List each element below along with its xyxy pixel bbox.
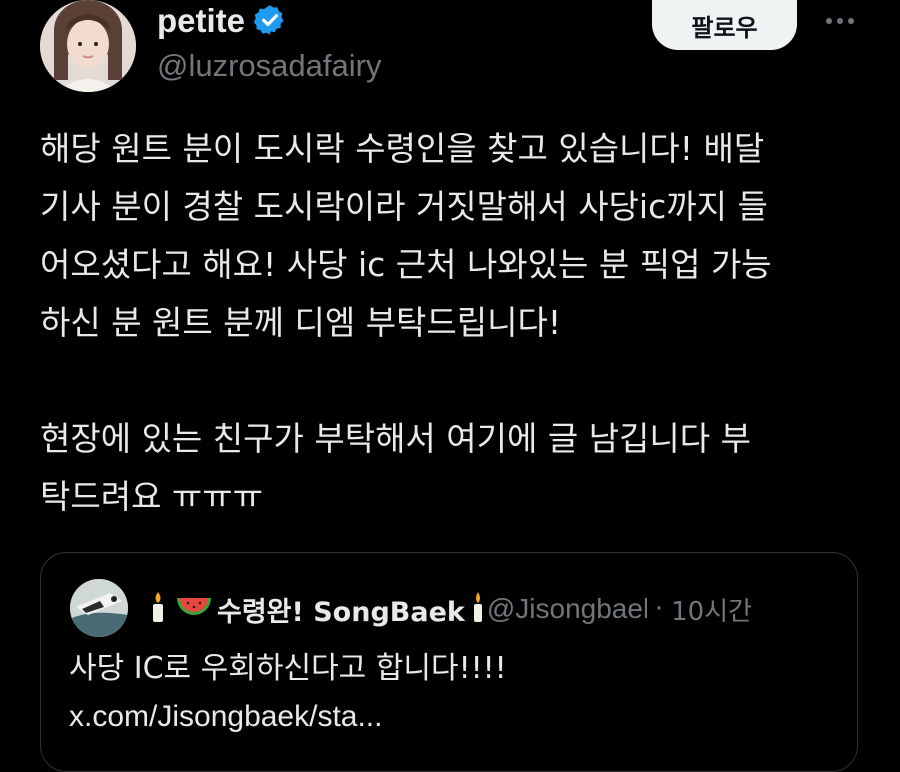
author-avatar[interactable] (40, 0, 136, 92)
tweet-line: 기사 분이 경찰 도시락이라 거짓말해서 사당ic까지 들 (40, 187, 768, 226)
tweet-line: 탁드려요 ㅠㅠㅠ (40, 477, 264, 516)
more-horizontal-icon[interactable] (818, 6, 862, 36)
quote-link[interactable]: x.com/Jisongbaek/sta... (69, 693, 829, 741)
quote-display-name[interactable]: 수령완! SongBaek (217, 590, 465, 629)
separator-dot: · (654, 594, 664, 624)
candle-icon (147, 590, 169, 628)
tweet-header: petite @luzrosadafairy 팔로우 (0, 0, 900, 100)
author-handle[interactable]: @luzrosadafairy (157, 48, 381, 84)
tweet-line: 어오셨다고 해요! 사당 ic 근처 나와있는 분 픽업 가능 (40, 245, 772, 284)
quote-timestamp[interactable]: 10시간 (671, 591, 752, 628)
tweet-text: 해당 원트 분이 도시락 수령인을 찾고 있습니다! 배달 기사 분이 경찰 도… (40, 120, 870, 526)
candle-icon (469, 590, 487, 628)
quote-handle[interactable]: @Jisongbaek (487, 593, 647, 625)
watermelon-icon (175, 592, 213, 626)
quote-text: 사당 IC로 우회하신다고 합니다!!!! x.com/Jisongbaek/s… (69, 645, 829, 741)
author-display-name[interactable]: petite (157, 4, 245, 37)
verified-badge-icon (253, 3, 287, 37)
quote-header[interactable]: 수령완! SongBaek @Jisongbaek · 10시간 (147, 587, 837, 631)
tweet-line: 해당 원트 분이 도시락 수령인을 찾고 있습니다! 배달 (40, 129, 765, 168)
tweet-line: 현장에 있는 친구가 부탁해서 여기에 글 남깁니다 부 (40, 419, 751, 458)
author-name-row[interactable]: petite (157, 0, 287, 40)
quote-author-avatar[interactable] (70, 579, 128, 637)
tweet-line: 하신 분 원트 분께 디엠 부탁드립니다! (40, 303, 562, 342)
quote-text-line: 사당 IC로 우회하신다고 합니다!!!! (69, 651, 507, 686)
follow-button[interactable]: 팔로우 (652, 0, 797, 50)
quoted-tweet-card[interactable]: 수령완! SongBaek @Jisongbaek · 10시간 사당 IC로 … (40, 552, 858, 772)
